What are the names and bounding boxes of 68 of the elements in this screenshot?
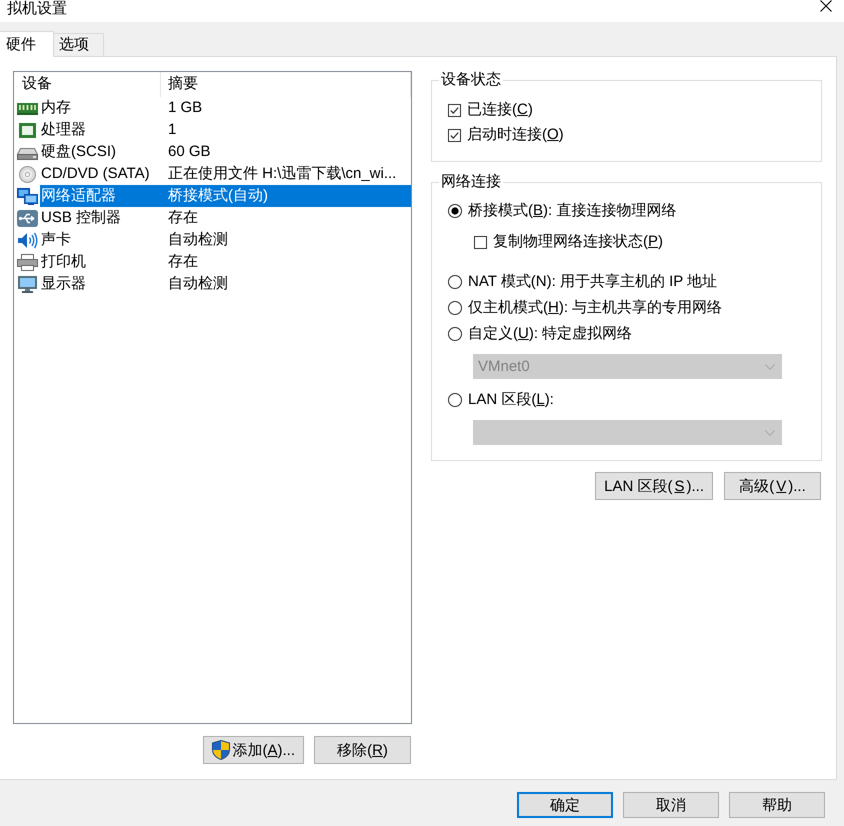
device-row[interactable]: 显示器 自动检测 — [40, 273, 411, 295]
device-summary: 1 — [168, 121, 176, 138]
monitor-icon — [17, 276, 38, 292]
radio-button[interactable] — [448, 301, 462, 315]
radio-button[interactable] — [448, 393, 462, 407]
radio-button[interactable] — [448, 275, 462, 289]
tab[interactable]: 硬件 — [0, 31, 54, 57]
help-button[interactable]: 帮助 — [729, 792, 825, 818]
chevron-down-icon — [765, 430, 775, 436]
network-monitors-icon — [17, 188, 38, 204]
device-summary: 1 GB — [168, 99, 202, 116]
chip-icon — [17, 122, 38, 138]
device-row[interactable]: 硬盘(SCSI) 60 GB — [40, 141, 411, 163]
checkbox[interactable] — [448, 128, 461, 142]
device-name: 硬盘(SCSI) — [41, 143, 116, 160]
radio-button[interactable] — [448, 204, 462, 218]
advanced-button[interactable]: 高级(V)... — [724, 472, 821, 500]
checkbox[interactable] — [448, 104, 461, 116]
device-name: 内存 — [41, 99, 71, 116]
device-summary: 自动检测 — [168, 275, 228, 292]
shield-icon — [212, 740, 230, 760]
device-row[interactable]: USB 控制器 存在 — [40, 207, 411, 229]
cancel-button[interactable]: 取消 — [623, 792, 719, 818]
speaker-icon — [17, 232, 38, 248]
device-row[interactable]: 打印机 存在 — [40, 251, 411, 273]
device-summary: 存在 — [168, 209, 198, 226]
device-name: 打印机 — [41, 253, 86, 270]
device-name: CD/DVD (SATA) — [41, 165, 150, 182]
column-header[interactable]: 摘要 — [168, 75, 198, 92]
column-header[interactable]: 设备 — [22, 75, 52, 92]
device-row[interactable]: 网络适配器 桥接模式(自动) — [40, 185, 411, 207]
device-row[interactable]: 声卡 自动检测 — [40, 229, 411, 251]
add-button[interactable]: 添加(A)... — [203, 736, 304, 764]
close-icon[interactable] — [820, 0, 832, 12]
device-row[interactable]: 内存 1 GB — [40, 97, 411, 119]
disc-icon — [17, 166, 38, 182]
checkbox-label: 复制物理网络连接状态(P) — [493, 232, 664, 252]
radio-label: NAT 模式(N): 用于共享主机的 IP 地址 — [468, 272, 718, 292]
radio-label: 仅主机模式(H): 与主机共享的专用网络 — [468, 298, 722, 318]
checkbox-label: 已连接(C) — [467, 100, 533, 120]
radio-button[interactable] — [448, 327, 462, 341]
device-row[interactable]: 处理器 1 — [40, 119, 411, 141]
usb-icon — [17, 210, 38, 226]
radio-label: 桥接模式(B): 直接连接物理网络 — [468, 201, 676, 221]
device-summary: 自动检测 — [168, 231, 228, 248]
group-title: 设备状态 — [440, 71, 502, 89]
device-summary: 桥接模式(自动) — [168, 187, 268, 204]
radio-label: LAN 区段(L): — [468, 390, 554, 410]
window-title: 拟机设置 — [6, 0, 67, 17]
group-title: 网络连接 — [440, 173, 502, 191]
tab[interactable]: 选项 — [54, 33, 104, 56]
device-name: 声卡 — [41, 231, 71, 248]
device-row[interactable]: CD/DVD (SATA) 正在使用文件 H:\迅雷下载\cn_wi... — [40, 163, 411, 185]
device-name: 显示器 — [41, 275, 86, 292]
device-summary: 存在 — [168, 253, 198, 270]
lan-segments-button[interactable]: LAN 区段(S)... — [595, 472, 713, 500]
printer-icon — [17, 254, 38, 270]
device-name: 处理器 — [41, 121, 86, 138]
checkbox[interactable] — [474, 236, 487, 248]
device-summary: 60 GB — [168, 143, 211, 160]
ok-button[interactable]: 确定 — [517, 792, 613, 818]
chevron-down-icon — [765, 364, 775, 370]
remove-button[interactable]: 移除(R) — [314, 736, 411, 764]
device-name: USB 控制器 — [41, 209, 122, 226]
checkbox-label: 启动时连接(O) — [467, 125, 564, 145]
device-name: 网络适配器 — [41, 187, 116, 204]
radio-label: 自定义(U): 特定虚拟网络 — [468, 324, 632, 344]
device-summary: 正在使用文件 H:\迅雷下载\cn_wi... — [168, 165, 396, 182]
